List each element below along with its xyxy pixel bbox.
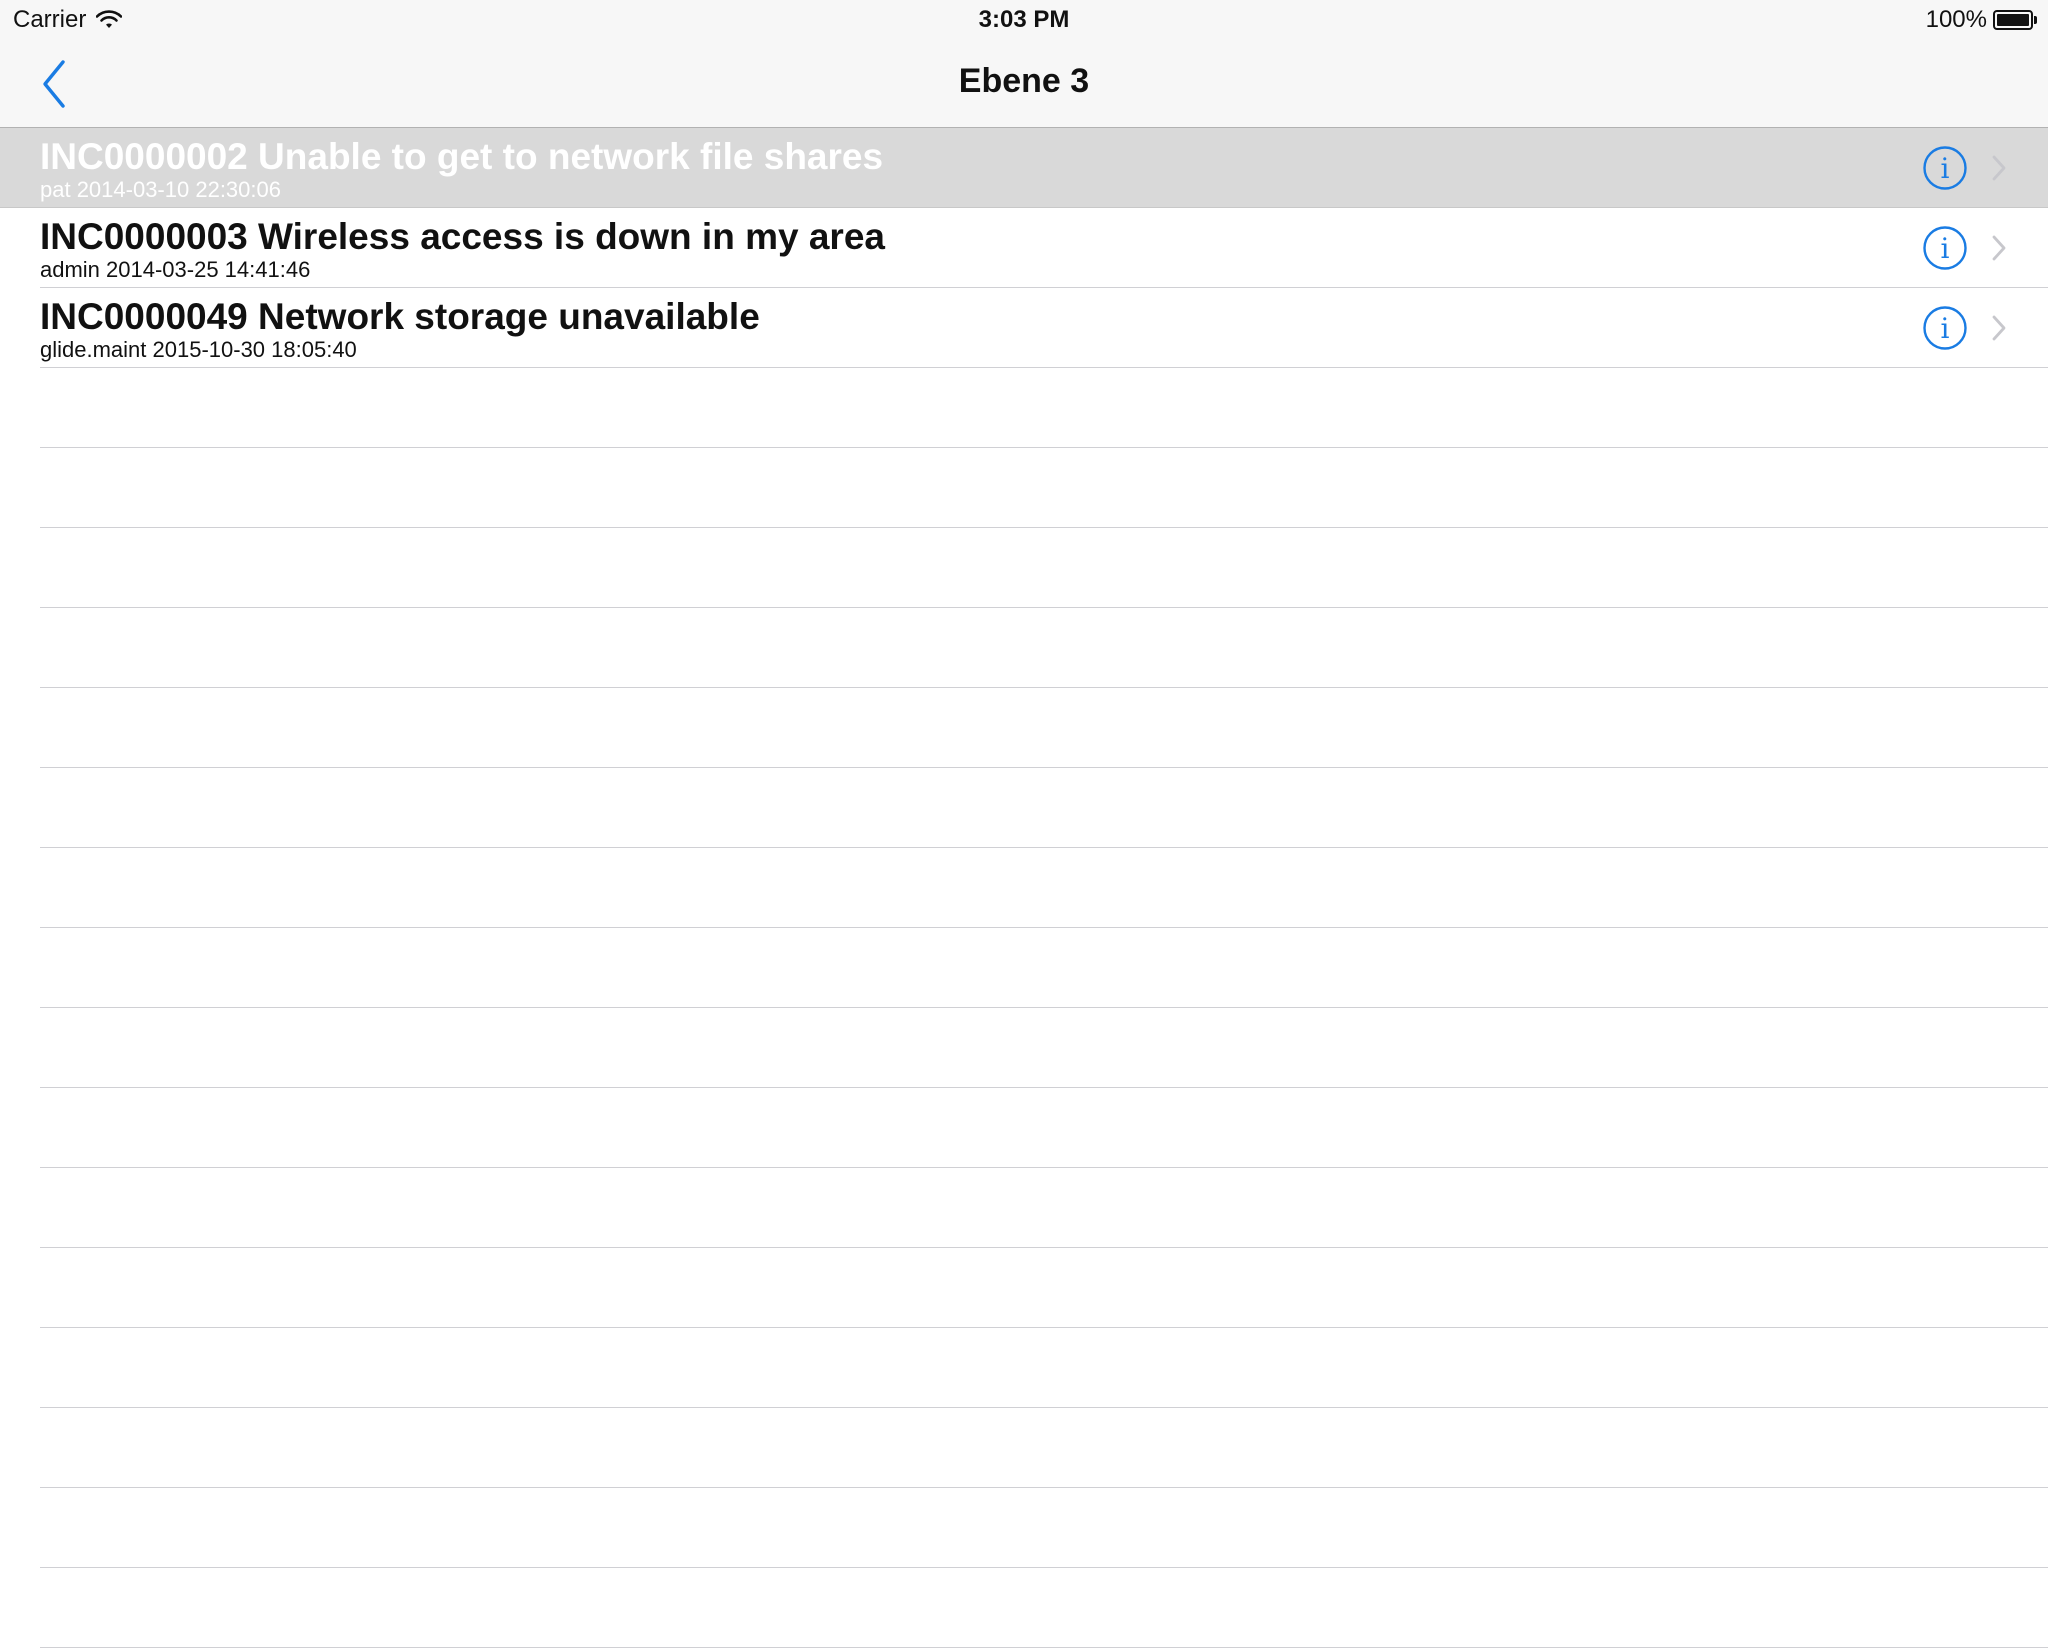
empty-row: [0, 848, 2048, 928]
svg-text:i: i: [1941, 152, 1950, 185]
navigation-bar: Ebene 3: [0, 40, 2048, 128]
empty-row: [0, 1568, 2048, 1648]
info-icon[interactable]: i: [1922, 145, 1968, 191]
empty-row: [0, 1088, 2048, 1168]
chevron-right-icon: [1992, 235, 2006, 261]
battery-percent: 100%: [1925, 6, 1987, 33]
empty-row: [0, 1248, 2048, 1328]
list-item[interactable]: INC0000049 Network storage unavailable g…: [0, 288, 2048, 368]
chevron-right-icon: [1992, 315, 2006, 341]
empty-row: [0, 368, 2048, 448]
empty-row: [0, 1328, 2048, 1408]
list-item[interactable]: INC0000002 Unable to get to network file…: [0, 128, 2048, 208]
incident-title: INC0000049 Network storage unavailable: [40, 296, 760, 337]
chevron-right-icon: [1992, 155, 2006, 181]
incident-subtitle: pat 2014-03-10 22:30:06: [40, 177, 281, 202]
battery-icon: [1993, 10, 2037, 30]
empty-row: [0, 1168, 2048, 1248]
svg-text:i: i: [1941, 232, 1950, 265]
status-time: 3:03 PM: [978, 6, 1070, 33]
empty-row: [0, 528, 2048, 608]
incident-subtitle: glide.maint 2015-10-30 18:05:40: [40, 337, 357, 362]
page-title: Ebene 3: [958, 62, 1090, 100]
incident-list: INC0000002 Unable to get to network file…: [0, 128, 2048, 1648]
empty-row: [0, 928, 2048, 1008]
empty-row: [0, 448, 2048, 528]
empty-row: [0, 1488, 2048, 1568]
svg-text:i: i: [1941, 312, 1950, 345]
list-item[interactable]: INC0000003 Wireless access is down in my…: [0, 208, 2048, 288]
incident-subtitle: admin 2014-03-25 14:41:46: [40, 257, 311, 282]
empty-row: [0, 688, 2048, 768]
empty-row: [0, 768, 2048, 848]
status-bar: Carrier 3:03 PM 100%: [0, 0, 2048, 40]
battery-indicator: 100%: [1926, 6, 2037, 34]
empty-row: [0, 1408, 2048, 1488]
empty-row: [0, 608, 2048, 688]
empty-row: [0, 1008, 2048, 1088]
incident-title: INC0000003 Wireless access is down in my…: [40, 216, 885, 257]
info-icon[interactable]: i: [1922, 225, 1968, 271]
incident-title: INC0000002 Unable to get to network file…: [40, 136, 884, 177]
info-icon[interactable]: i: [1922, 305, 1968, 351]
